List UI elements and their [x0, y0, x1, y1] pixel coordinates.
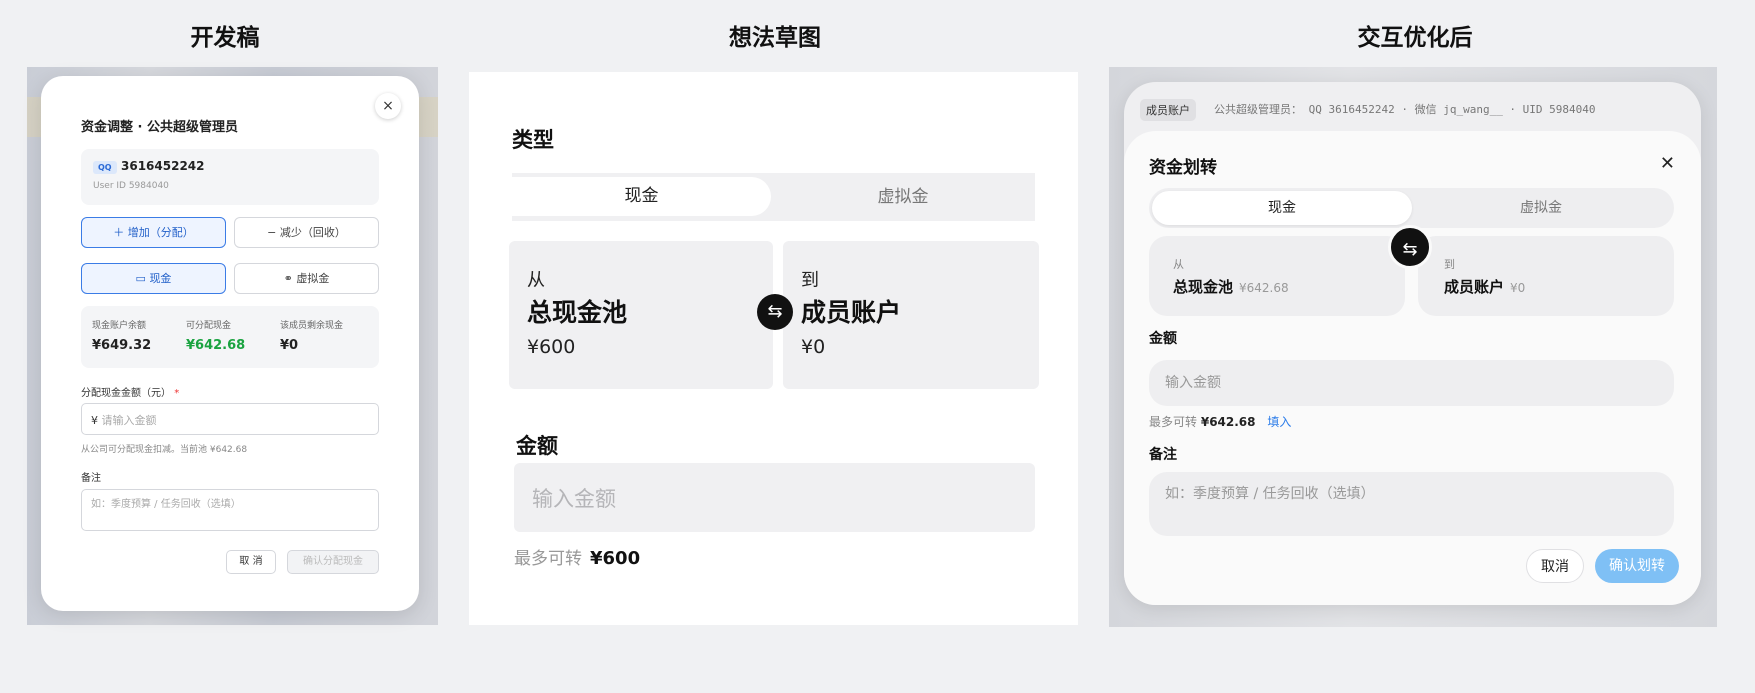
- swap-icon[interactable]: ⇆: [757, 294, 793, 330]
- close-button[interactable]: ×: [375, 93, 401, 119]
- amount-hint: 从公司可分配现金扣减。当前池 ¥642.68: [81, 445, 248, 455]
- stat-member-remaining: 该成员剩余现金 ¥0: [280, 321, 344, 353]
- cash-type-button[interactable]: ▭ 现金: [81, 263, 226, 294]
- type-tabs: 现金 虚拟金: [512, 173, 1035, 221]
- user-info-card: QQ 3616452242 User ID 5984040: [81, 149, 379, 205]
- stat-allocatable-cash: 可分配现金 ¥642.68: [186, 321, 246, 353]
- dev-dialog: × 资金调整 · 公共超级管理员 QQ 3616452242 User ID 5…: [41, 76, 419, 611]
- cancel-button[interactable]: 取消: [1526, 549, 1584, 583]
- amount-input[interactable]: 输入金额: [1149, 360, 1674, 406]
- decrease-button[interactable]: − 减少（回收）: [234, 217, 379, 248]
- heading-idea-sketch: 想法草图: [729, 25, 821, 51]
- note-label: 备注: [1149, 447, 1177, 463]
- to-account-card[interactable]: 到 成员账户 ¥0: [783, 241, 1039, 389]
- amount-input[interactable]: 输入金额: [514, 463, 1035, 532]
- amount-placeholder: 请输入金额: [101, 414, 157, 427]
- cancel-button[interactable]: 取 消: [226, 550, 276, 574]
- note-textarea[interactable]: 如：季度预算 / 任务回收（选填）: [1149, 472, 1674, 536]
- max-transferable: 最多可转 ¥600: [514, 548, 641, 569]
- dialog-title: 资金划转: [1149, 158, 1217, 178]
- fill-max-link[interactable]: 填入: [1267, 415, 1291, 429]
- member-account-tag: 成员账户: [1140, 99, 1196, 121]
- amount-label: 分配现金金额（元） *: [81, 388, 180, 399]
- heading-dev-draft: 开发稿: [190, 25, 260, 51]
- close-icon[interactable]: ✕: [1660, 153, 1675, 174]
- confirm-allocate-button[interactable]: 确认分配现金: [287, 550, 379, 574]
- qq-icon: QQ: [93, 161, 117, 174]
- to-account-card[interactable]: 到 成员账户 ¥0: [1418, 236, 1674, 316]
- swap-icon[interactable]: ⇆: [1388, 225, 1432, 269]
- tab-virtual[interactable]: 虚拟金: [771, 173, 1035, 221]
- amount-label: 金额: [516, 434, 558, 458]
- max-transferable: 最多可转 ¥642.68 填入: [1149, 415, 1292, 429]
- cash-label: 现金: [149, 272, 172, 285]
- virtual-type-button[interactable]: ⚭ 虚拟金: [234, 263, 379, 294]
- user-id: User ID 5984040: [93, 181, 169, 191]
- type-tabs: 现金 虚拟金: [1149, 188, 1674, 228]
- heading-optimized: 交互优化后: [1357, 25, 1473, 51]
- stat-cash-balance: 现金账户余额 ¥649.32: [92, 321, 152, 353]
- confirm-transfer-button[interactable]: 确认划转: [1595, 549, 1679, 583]
- dialog-title: 资金调整 · 公共超级管理员: [81, 120, 238, 135]
- from-account-card[interactable]: 从 总现金池 ¥642.68: [1149, 236, 1405, 316]
- link-icon: ⚭: [283, 272, 297, 285]
- note-textarea[interactable]: 如：季度预算 / 任务回收（选填）: [81, 489, 379, 531]
- tab-cash[interactable]: 现金: [1152, 191, 1412, 225]
- tab-cash[interactable]: 现金: [512, 177, 771, 216]
- balance-stats: 现金账户余额 ¥649.32 可分配现金 ¥642.68 该成员剩余现金 ¥0: [81, 306, 379, 368]
- transfer-dialog: 资金划转 ✕ 现金 虚拟金 从 总现金池 ¥642.68 到 成员账户 ¥0 ⇆ 金…: [1124, 131, 1701, 605]
- virtual-label: 虚拟金: [296, 272, 330, 285]
- type-label: 类型: [512, 128, 554, 152]
- sketch-panel: 类型 现金 虚拟金 从 总现金池 ¥600 到 成员账户 ¥0 ⇆ 金额 输入金…: [469, 72, 1078, 625]
- amount-label: 金额: [1149, 331, 1177, 347]
- increase-button[interactable]: ＋ 增加（分配）: [81, 217, 226, 248]
- from-account-card[interactable]: 从 总现金池 ¥600: [509, 241, 773, 389]
- member-info: 公共超级管理员： QQ 3616452242 · 微信 jq_wang__ · …: [1214, 103, 1596, 116]
- amount-input[interactable]: ¥ 请输入金额: [81, 403, 379, 435]
- note-label: 备注: [81, 473, 101, 484]
- tab-virtual[interactable]: 虚拟金: [1411, 191, 1671, 225]
- cash-icon: ▭: [135, 272, 150, 285]
- qq-number: 3616452242: [121, 159, 205, 173]
- currency-symbol: ¥: [91, 414, 98, 427]
